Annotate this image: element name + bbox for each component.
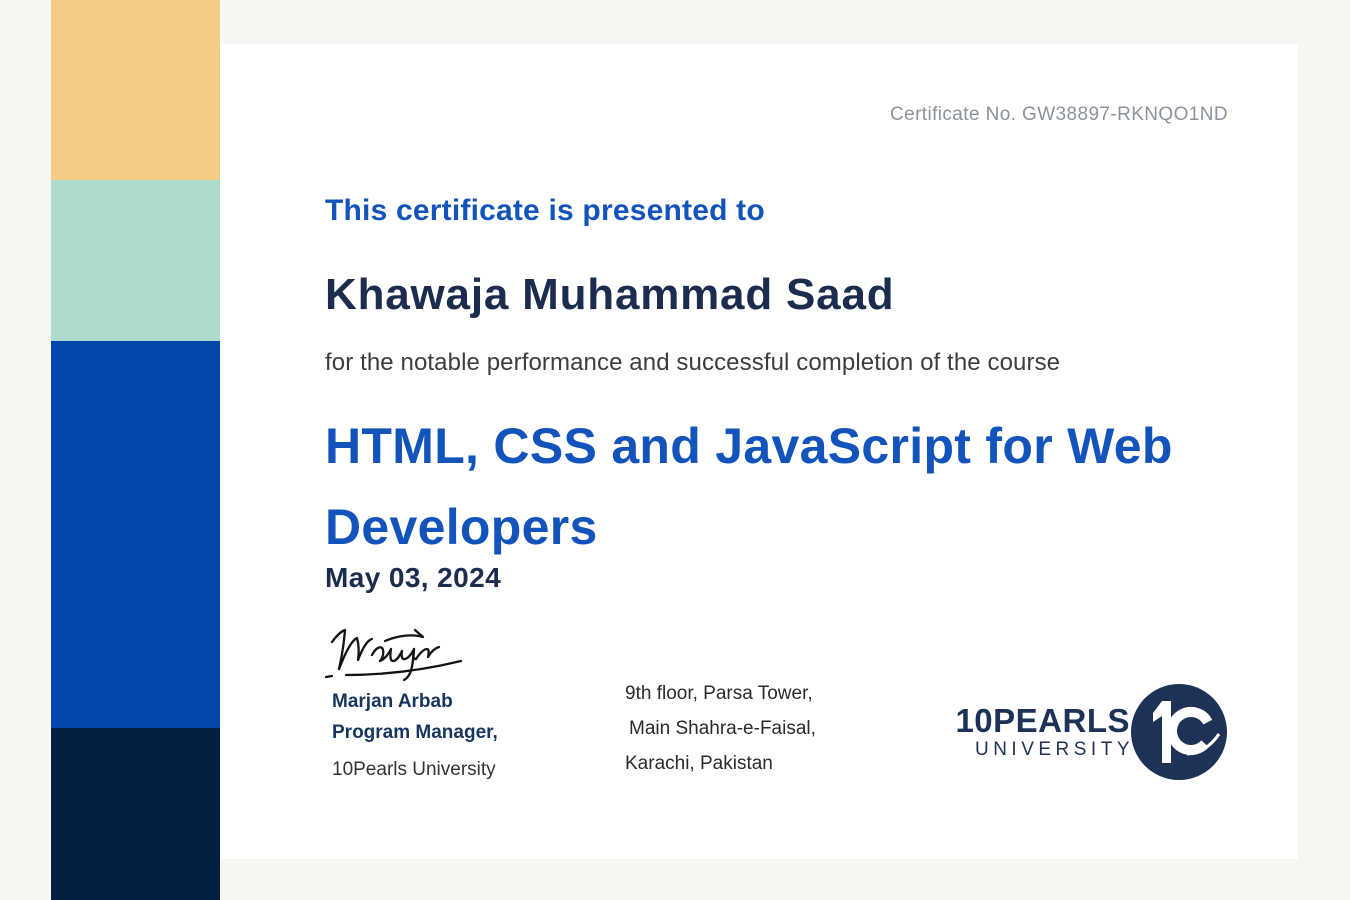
address-block: 9th floor, Parsa Tower, Main Shahra-e-Fa… — [625, 676, 816, 781]
university-logo: 10PEARLS UNIVERSITY — [945, 684, 1227, 782]
signatory-organization: 10Pearls University — [332, 754, 498, 785]
issue-date: May 03, 2024 — [325, 562, 501, 594]
logo-10-mark-icon — [1131, 684, 1227, 780]
signature-image — [318, 624, 468, 686]
logo-wordmark: 10PEARLS — [945, 704, 1130, 737]
course-title: HTML, CSS and JavaScript for Web Develop… — [325, 406, 1195, 568]
address-line: Main Shahra-e-Faisal, — [625, 711, 816, 746]
address-line: 9th floor, Parsa Tower, — [625, 676, 816, 711]
certificate-panel: Certificate No. GW38897-RKNQO1ND This ce… — [220, 44, 1298, 859]
completion-text: for the notable performance and successf… — [325, 349, 1060, 377]
signatory-role: Program Manager, — [332, 717, 498, 748]
left-color-strip — [51, 0, 220, 900]
strip-block-mint — [51, 180, 220, 341]
presented-to-heading: This certificate is presented to — [325, 194, 765, 228]
certificate-page: Certificate No. GW38897-RKNQO1ND This ce… — [0, 0, 1350, 900]
strip-block-orange — [51, 0, 220, 180]
logo-text: 10PEARLS UNIVERSITY — [945, 704, 1130, 763]
certificate-number: Certificate No. GW38897-RKNQO1ND — [890, 104, 1228, 126]
recipient-name: Khawaja Muhammad Saad — [325, 270, 894, 320]
strip-block-navy — [51, 728, 220, 900]
signatory-block: Marjan Arbab Program Manager, 10Pearls U… — [332, 686, 498, 785]
signatory-name: Marjan Arbab — [332, 686, 498, 717]
logo-subtext: UNIVERSITY — [945, 737, 1134, 763]
strip-block-blue — [51, 341, 220, 728]
address-line: Karachi, Pakistan — [625, 746, 816, 781]
